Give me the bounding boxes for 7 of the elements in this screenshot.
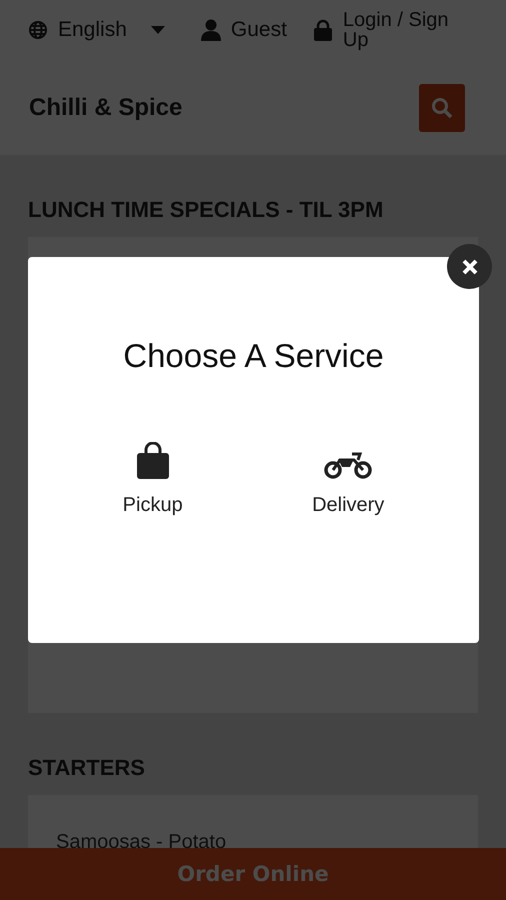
section-title: LUNCH TIME SPECIALS - TIL 3PM [28,196,384,224]
section-title: STARTERS [28,754,146,782]
language-selector[interactable]: English [58,18,127,42]
restaurant-name: Chilli & Spice [29,94,182,122]
service-option[interactable]: Pickup [112,425,193,521]
dialog-title: Choose A Service [123,337,384,375]
service-option[interactable]: Delivery [302,425,394,521]
